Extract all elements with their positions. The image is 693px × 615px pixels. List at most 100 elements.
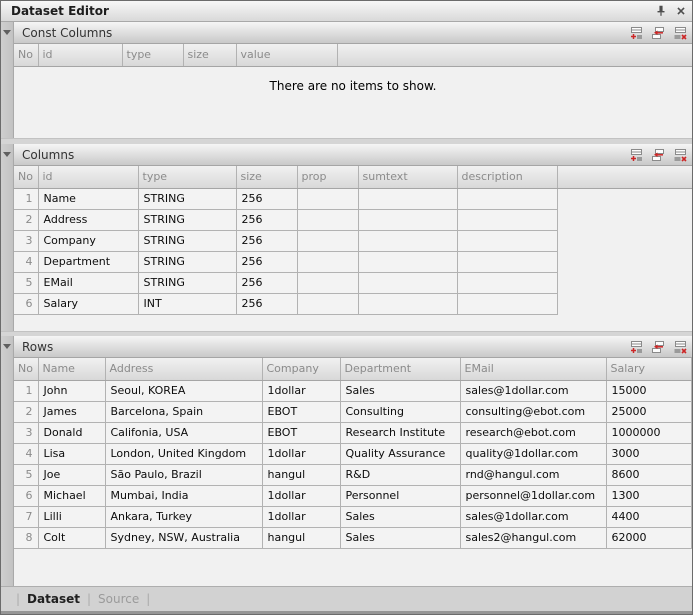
cell[interactable]: STRING — [138, 251, 236, 272]
cell[interactable] — [457, 188, 557, 209]
cell[interactable]: EBOT — [262, 401, 340, 422]
cell[interactable]: rnd@hangul.com — [460, 464, 606, 485]
cell[interactable]: Sales — [340, 506, 460, 527]
cell[interactable] — [457, 230, 557, 251]
table-row[interactable]: 8ColtSydney, NSW, AustraliahangulSalessa… — [14, 527, 692, 548]
cell[interactable] — [358, 272, 457, 293]
cell[interactable] — [457, 251, 557, 272]
table-row[interactable]: 4DepartmentSTRING256 — [14, 251, 692, 272]
cell[interactable]: Salary — [38, 293, 138, 314]
cell[interactable] — [297, 209, 358, 230]
cell[interactable]: London, United Kingdom — [105, 443, 262, 464]
row-number[interactable]: 5 — [14, 272, 38, 293]
row-number[interactable]: 2 — [14, 209, 38, 230]
cell[interactable]: Michael — [38, 485, 105, 506]
cell[interactable]: hangul — [262, 527, 340, 548]
cell[interactable] — [297, 251, 358, 272]
row-number[interactable]: 1 — [14, 380, 38, 401]
row-number[interactable]: 2 — [14, 401, 38, 422]
cell[interactable] — [358, 293, 457, 314]
cell[interactable] — [358, 188, 457, 209]
table-row[interactable]: 2AddressSTRING256 — [14, 209, 692, 230]
add-row-button[interactable] — [626, 338, 646, 356]
cell[interactable]: Califonia, USA — [105, 422, 262, 443]
table-row[interactable]: 1NameSTRING256 — [14, 188, 692, 209]
cell[interactable] — [297, 272, 358, 293]
table-row[interactable]: 5JoeSão Paulo, BrazilhangulR&Drnd@hangul… — [14, 464, 692, 485]
cell[interactable]: STRING — [138, 230, 236, 251]
cell[interactable]: 8600 — [606, 464, 692, 485]
cell[interactable]: 3000 — [606, 443, 692, 464]
cell[interactable]: consulting@ebot.com — [460, 401, 606, 422]
cell[interactable]: Name — [38, 188, 138, 209]
cell[interactable] — [297, 230, 358, 251]
close-button[interactable] — [672, 3, 689, 19]
tab-source[interactable]: Source — [98, 592, 139, 606]
cell[interactable]: INT — [138, 293, 236, 314]
row-number[interactable]: 1 — [14, 188, 38, 209]
cell[interactable]: 1300 — [606, 485, 692, 506]
table-row[interactable]: 2JamesBarcelona, SpainEBOTConsultingcons… — [14, 401, 692, 422]
cell[interactable]: 1dollar — [262, 443, 340, 464]
cell[interactable]: Sales — [340, 380, 460, 401]
table-row[interactable]: 6MichaelMumbai, India1dollarPersonnelper… — [14, 485, 692, 506]
cell[interactable]: 15000 — [606, 380, 692, 401]
cell[interactable] — [358, 209, 457, 230]
cell[interactable]: STRING — [138, 209, 236, 230]
table-row[interactable]: 3CompanySTRING256 — [14, 230, 692, 251]
cell[interactable]: Consulting — [340, 401, 460, 422]
cell[interactable]: Lilli — [38, 506, 105, 527]
cell[interactable]: Research Institute — [340, 422, 460, 443]
insert-row-button[interactable] — [648, 146, 668, 164]
row-number[interactable]: 6 — [14, 485, 38, 506]
row-number[interactable]: 8 — [14, 527, 38, 548]
cell[interactable]: São Paulo, Brazil — [105, 464, 262, 485]
cell[interactable]: sales@1dollar.com — [460, 380, 606, 401]
table-row[interactable]: 4LisaLondon, United Kingdom1dollarQualit… — [14, 443, 692, 464]
collapse-arrow-icon[interactable] — [3, 344, 11, 349]
cell[interactable]: STRING — [138, 272, 236, 293]
cell[interactable]: John — [38, 380, 105, 401]
cell[interactable]: hangul — [262, 464, 340, 485]
cell[interactable]: Personnel — [340, 485, 460, 506]
insert-row-button[interactable] — [648, 338, 668, 356]
cell[interactable]: Joe — [38, 464, 105, 485]
row-number[interactable]: 4 — [14, 251, 38, 272]
cell[interactable]: R&D — [340, 464, 460, 485]
cell[interactable]: Colt — [38, 527, 105, 548]
add-row-button[interactable] — [626, 146, 646, 164]
cell[interactable]: 1dollar — [262, 485, 340, 506]
cell[interactable]: Donald — [38, 422, 105, 443]
cell[interactable]: 256 — [236, 230, 297, 251]
cell[interactable]: 62000 — [606, 527, 692, 548]
table-row[interactable]: 7LilliAnkara, Turkey1dollarSalessales@1d… — [14, 506, 692, 527]
collapse-arrow-icon[interactable] — [3, 30, 11, 35]
row-number[interactable]: 3 — [14, 230, 38, 251]
cell[interactable]: Sales — [340, 527, 460, 548]
table-row[interactable]: 3DonaldCalifonia, USAEBOTResearch Instit… — [14, 422, 692, 443]
cell[interactable]: Department — [38, 251, 138, 272]
cell[interactable]: STRING — [138, 188, 236, 209]
cell[interactable]: 1dollar — [262, 380, 340, 401]
cell[interactable]: Mumbai, India — [105, 485, 262, 506]
cell[interactable]: Address — [38, 209, 138, 230]
cell[interactable] — [297, 188, 358, 209]
cell[interactable]: quality@1dollar.com — [460, 443, 606, 464]
add-row-button[interactable] — [626, 24, 646, 42]
table-row[interactable]: 5EMailSTRING256 — [14, 272, 692, 293]
cell[interactable]: 1000000 — [606, 422, 692, 443]
collapse-arrow-icon[interactable] — [3, 152, 11, 157]
cell[interactable]: 256 — [236, 209, 297, 230]
row-number[interactable]: 4 — [14, 443, 38, 464]
cell[interactable]: personnel@1dollar.com — [460, 485, 606, 506]
cell[interactable] — [358, 230, 457, 251]
cell[interactable]: 4400 — [606, 506, 692, 527]
delete-row-button[interactable] — [670, 24, 690, 42]
insert-row-button[interactable] — [648, 24, 668, 42]
cell[interactable]: Company — [38, 230, 138, 251]
table-row[interactable]: 1JohnSeoul, KOREA1dollarSalessales@1doll… — [14, 380, 692, 401]
cell[interactable]: James — [38, 401, 105, 422]
cell[interactable]: 256 — [236, 272, 297, 293]
cell[interactable]: Barcelona, Spain — [105, 401, 262, 422]
cell[interactable]: EMail — [38, 272, 138, 293]
